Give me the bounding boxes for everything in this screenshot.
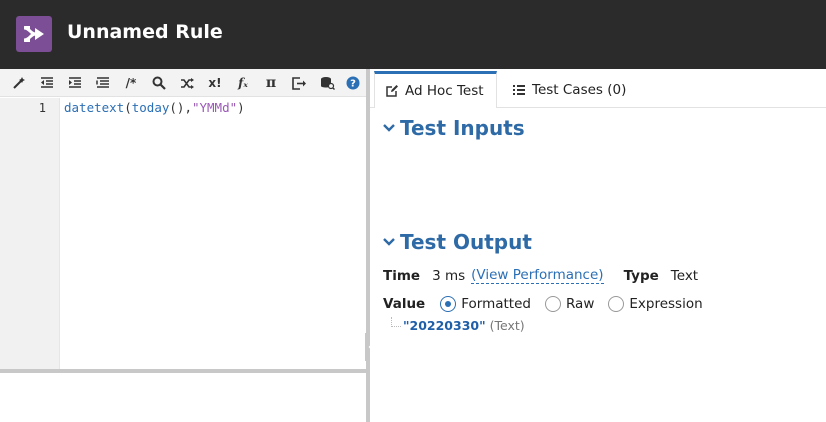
view-performance-link[interactable]: (View Performance) [471,267,604,284]
result-type: (Text) [489,318,525,333]
tab-ad-hoc-test[interactable]: Ad Hoc Test [374,71,497,108]
variable-x-icon[interactable]: x! [206,74,224,92]
format-lines-icon[interactable] [94,74,112,92]
edit-icon [386,85,398,97]
comment-icon[interactable]: /* [122,74,140,92]
bottom-pane [0,373,366,422]
output-meta-row: Time 3 ms (View Performance) Type Text [383,267,698,284]
radio-expression[interactable] [608,296,625,312]
magic-wand-icon[interactable] [10,74,28,92]
type-label: Type [623,267,659,284]
radio-raw-label[interactable]: Raw [566,296,594,312]
svg-text:?: ? [350,79,356,90]
value-label: Value [383,296,426,312]
code-line[interactable]: datetext(today(),"YMMd") [64,100,245,115]
export-icon[interactable] [290,74,308,92]
code-string: "YMMd" [191,100,238,115]
line-gutter: 1 [0,98,60,370]
search-icon[interactable] [150,74,168,92]
test-inputs-toggle[interactable]: Test Inputs [382,116,525,140]
rule-arrow-icon [16,16,52,52]
chevron-down-icon [383,238,395,246]
pi-icon[interactable]: π [262,74,280,92]
code-fn: today [131,100,170,115]
radio-raw[interactable] [544,296,561,312]
code-editor[interactable] [61,98,366,370]
editor-toolbar: /* x! fₓ π ? [0,69,366,97]
help-icon[interactable]: ? [344,74,362,92]
chevron-down-icon [383,124,395,132]
radio-formatted[interactable] [440,296,457,312]
type-value: Text [670,267,699,284]
indent-icon[interactable] [66,74,84,92]
time-value: 3 ms [432,267,466,284]
radio-expression-label[interactable]: Expression [629,296,702,312]
line-number: 1 [38,101,46,115]
tab-label: Test Cases (0) [532,82,627,98]
code-punc: ( [124,100,132,115]
test-tabs: Ad Hoc Test Test Cases (0) [370,69,826,108]
time-label: Time [383,267,421,284]
tab-test-cases[interactable]: Test Cases (0) [512,72,626,108]
tree-connector [391,317,401,327]
test-output-toggle[interactable]: Test Output [382,230,532,254]
radio-formatted-label[interactable]: Formatted [461,296,531,312]
test-inputs-heading: Test Inputs [400,116,525,140]
outdent-icon[interactable] [38,74,56,92]
code-punc: ) [237,100,245,115]
result-output: "20220330" (Text) [403,318,525,333]
editor-pane: /* x! fₓ π ? 1 datetext(today(),"YMMd") [0,69,366,422]
tab-label: Ad Hoc Test [405,83,484,99]
page-title: Unnamed Rule [67,21,223,43]
test-output-heading: Test Output [400,230,532,254]
code-punc: (), [169,100,192,115]
app-header: Unnamed Rule [0,0,826,69]
database-search-icon[interactable] [318,74,336,92]
shuffle-icon[interactable] [178,74,196,92]
list-icon [513,85,525,95]
test-pane: Ad Hoc Test Test Cases (0) Test Inputs T… [370,69,826,422]
code-fn: datetext [64,100,125,115]
result-value: "20220330" [403,318,486,333]
function-icon[interactable]: fₓ [234,74,252,92]
value-mode-row: Value Formatted Raw Expression [383,296,703,312]
